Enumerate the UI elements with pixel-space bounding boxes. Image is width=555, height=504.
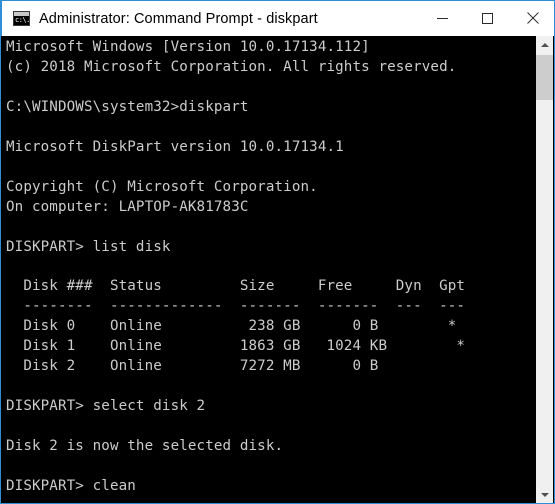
scrollbar-thumb[interactable] xyxy=(536,55,553,100)
caption-button-group xyxy=(420,1,554,37)
minimize-button[interactable] xyxy=(420,1,465,36)
console-text: Microsoft Windows [Version 10.0.17134.11… xyxy=(6,39,466,494)
maximize-button[interactable] xyxy=(465,1,510,36)
scroll-down-button[interactable] xyxy=(536,486,553,503)
scroll-up-button[interactable] xyxy=(536,36,553,53)
chevron-down-icon xyxy=(540,492,549,497)
console-output-area[interactable]: Microsoft Windows [Version 10.0.17134.11… xyxy=(2,36,537,503)
chevron-up-icon xyxy=(540,42,549,47)
title-bar[interactable]: c:\. Administrator: Command Prompt - dis… xyxy=(1,0,554,37)
command-prompt-window: c:\. Administrator: Command Prompt - dis… xyxy=(0,0,555,504)
vertical-scrollbar[interactable] xyxy=(536,36,553,503)
console-window-icon: c:\. xyxy=(13,11,30,26)
close-button[interactable] xyxy=(510,1,554,36)
window-title: Administrator: Command Prompt - diskpart xyxy=(39,10,318,27)
console-icon-prompt-text: c:\. xyxy=(15,16,30,24)
